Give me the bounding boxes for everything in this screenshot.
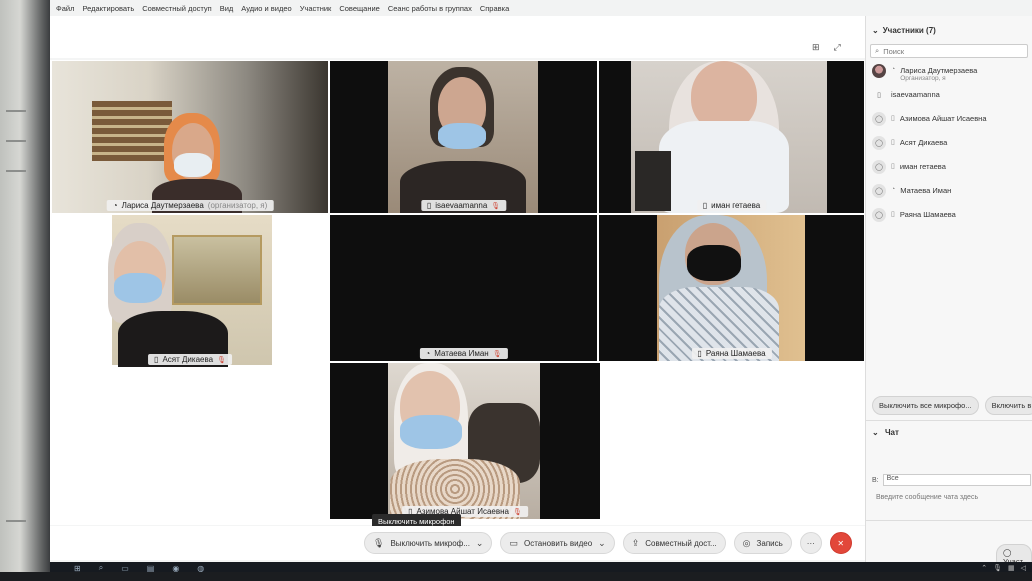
user-icon: ◯ <box>872 184 886 198</box>
chevron-down-icon: ⌄ <box>872 25 879 35</box>
video-tile[interactable]: ◔ Матаева Иман 🎙 <box>330 215 597 361</box>
tile-name-label: ▯ иман гетаева <box>696 200 767 211</box>
speaking-icon: ◔ <box>425 349 431 358</box>
more-options-button[interactable]: ··· <box>799 532 822 554</box>
tile-name-label: ◔ Лариса Даутмерзаева (организатор, я) <box>106 200 274 211</box>
phone-icon: ▯ <box>702 201 708 210</box>
chat-recipient: В: Все <box>872 474 1031 486</box>
user-icon: ◯ <box>872 208 886 222</box>
tile-name-label: ◔ Матаева Иман 🎙 <box>419 348 508 359</box>
video-tile[interactable]: ▯ Азимова Айшат Исаевна 🎙 <box>330 363 600 519</box>
menu-audio-video[interactable]: Аудио и видео <box>241 4 291 13</box>
video-tile[interactable]: ▯ Асят Дикаева 🎙 <box>52 215 328 367</box>
list-item[interactable]: ◯ ▯ Асят Дикаева <box>866 136 1032 160</box>
phone-icon: ▯ <box>891 211 895 218</box>
video-tile[interactable]: ▯ Раяна Шамаева <box>599 215 864 361</box>
control-bar: 🎙 Выключить микроф... ⌄ ▭ Остановить вид… <box>50 526 865 560</box>
chat-header[interactable]: ⌄ Чат <box>872 428 899 437</box>
divider <box>866 420 1032 421</box>
monitor-bezel <box>0 0 50 581</box>
mute-all-button[interactable]: Выключить все микрофо... <box>872 396 979 415</box>
divider <box>866 520 1032 521</box>
list-item[interactable]: ◯ ◔ Матаева Иман <box>866 184 1032 208</box>
phone-icon: ▯ <box>891 115 895 122</box>
menu-bar: Файл Редактировать Совместный доступ Вид… <box>50 0 1032 16</box>
video-tile[interactable]: ▯ иман гетаева <box>599 61 864 213</box>
search-icon: ⌕ <box>875 46 880 55</box>
participants-header[interactable]: ⌄ Участники (7) <box>866 16 1032 44</box>
end-meeting-button[interactable]: ✕ <box>829 532 852 554</box>
menu-help[interactable]: Справка <box>480 4 509 13</box>
video-grid: ◔ Лариса Даутмерзаева (организатор, я) ▯… <box>50 60 865 525</box>
stop-video-button[interactable]: ▭ Остановить видео ⌄ <box>500 532 615 554</box>
chat-input[interactable]: Введите сообщение чата здесь <box>876 494 978 501</box>
mic-muted-icon: 🎙 <box>512 508 522 516</box>
speaking-icon: ◔ <box>891 186 896 193</box>
grid-layout-icon[interactable]: ⊞ <box>812 42 820 53</box>
menu-participant[interactable]: Участник <box>300 4 332 13</box>
user-icon: ◯ <box>872 160 886 174</box>
list-item[interactable]: ◯ ▯ Азимова Айшат Исаевна <box>866 112 1032 136</box>
phone-icon: ▯ <box>426 201 432 210</box>
user-icon: ◯ <box>872 136 886 150</box>
network-icon[interactable]: ▦ <box>1008 564 1015 572</box>
phone-icon: ▯ <box>877 92 881 99</box>
microphone-icon[interactable]: 🎙 <box>993 564 1002 572</box>
share-icon: ⇪ <box>631 537 640 548</box>
speaking-icon: ◔ <box>891 66 896 73</box>
microphone-icon: 🎙 <box>373 537 385 548</box>
chevron-down-icon: ⌄ <box>872 428 879 437</box>
menu-breakout[interactable]: Сеанс работы в группах <box>388 4 472 13</box>
top-strip: ⊞ ⤢ <box>50 16 865 58</box>
menu-view[interactable]: Вид <box>220 4 234 13</box>
share-button[interactable]: ⇪ Совместный дост... <box>622 532 726 554</box>
mic-muted-icon: 🎙 <box>492 350 502 358</box>
list-item[interactable]: ◯ ▯ Раяна Шамаева <box>866 208 1032 232</box>
list-item[interactable]: ◔ Лариса Даутмерзаева Организатор, я <box>866 64 1032 88</box>
list-item[interactable]: ▯ isaevaamanna <box>866 88 1032 112</box>
mute-button[interactable]: 🎙 Выключить микроф... ⌄ <box>364 532 493 554</box>
tile-name-label: ▯ isaevaamanna 🎙 <box>420 200 507 211</box>
menu-edit[interactable]: Редактировать <box>82 4 134 13</box>
unmute-all-button[interactable]: Включить в <box>984 396 1032 415</box>
tile-name-label: ▯ Асят Дикаева 🎙 <box>148 354 232 365</box>
speaking-icon: ◔ <box>112 201 118 210</box>
user-icon: ◯ <box>1003 548 1012 557</box>
chat-recipient-select[interactable]: Все <box>882 474 1031 486</box>
record-icon: ◎ <box>742 537 751 548</box>
phone-icon: ▯ <box>154 355 159 364</box>
volume-icon[interactable]: ◁ <box>1021 564 1026 572</box>
record-button[interactable]: ◎ Запись <box>733 532 792 554</box>
chevron-down-icon[interactable]: ⌄ <box>476 538 484 549</box>
menu-file[interactable]: Файл <box>56 4 74 13</box>
phone-icon: ▯ <box>697 349 702 358</box>
menu-share[interactable]: Совместный доступ <box>142 4 211 13</box>
video-tile[interactable]: ◔ Лариса Даутмерзаева (организатор, я) <box>52 61 328 213</box>
menu-meeting[interactable]: Совещание <box>339 4 380 13</box>
participant-list: ◔ Лариса Даутмерзаева Организатор, я ▯ is… <box>866 64 1032 232</box>
participant-search-input[interactable]: ⌕ Поиск <box>870 44 1028 58</box>
mic-muted-icon: 🎙 <box>491 202 501 210</box>
mic-muted-icon: 🎙 <box>217 356 226 364</box>
video-tile[interactable]: ▯ isaevaamanna 🎙 <box>330 61 597 213</box>
phone-icon: ▯ <box>891 163 895 170</box>
user-icon: ◯ <box>872 112 886 126</box>
fullscreen-icon[interactable]: ⤢ <box>834 42 841 53</box>
phone-icon: ▯ <box>891 139 895 146</box>
chevron-down-icon[interactable]: ⌄ <box>598 538 606 549</box>
list-item[interactable]: ◯ ▯ иман гетаева <box>866 160 1032 184</box>
chevron-up-icon[interactable]: ⌃ <box>981 564 987 572</box>
monitor-bezel-bottom <box>0 572 1032 581</box>
tile-name-label: ▯ Раяна Шамаева <box>691 348 772 359</box>
webex-window: Файл Редактировать Совместный доступ Вид… <box>50 0 1032 574</box>
participants-panel: ⌄ Участники (7) ⌕ Поиск ◔ Лариса Даутмер… <box>865 16 1032 574</box>
avatar <box>872 64 886 78</box>
video-camera-icon: ▭ <box>509 537 518 548</box>
